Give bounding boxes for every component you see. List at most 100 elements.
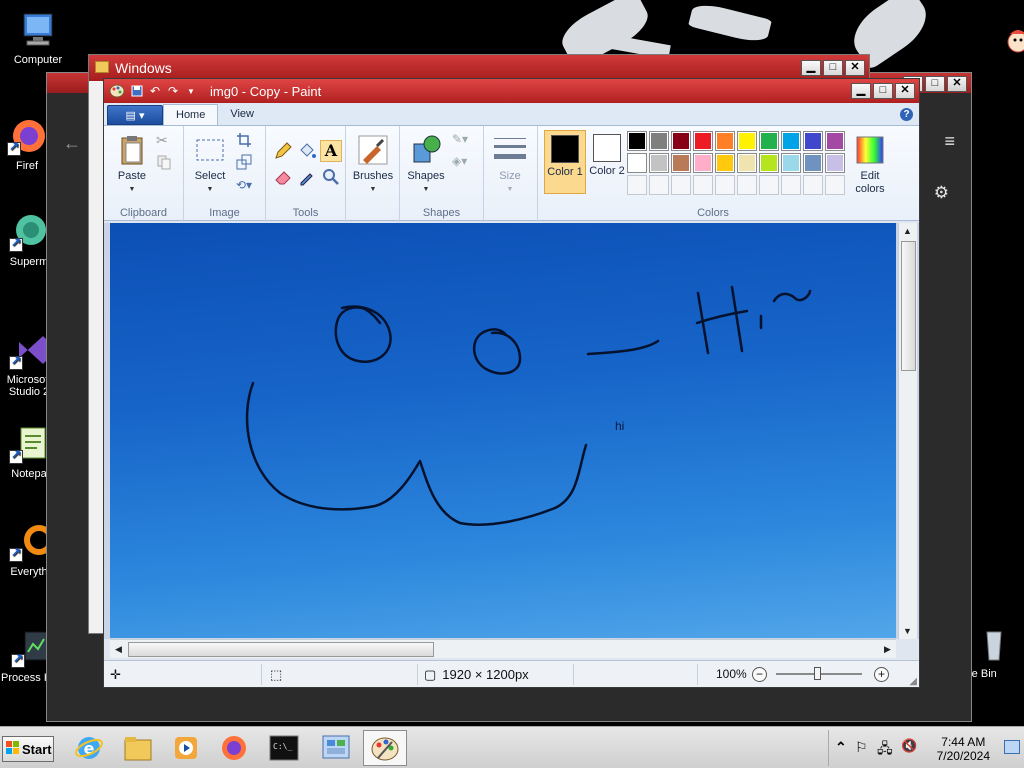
palette-color-swatch[interactable] bbox=[627, 153, 647, 173]
menu-icon[interactable]: ≡ bbox=[944, 131, 955, 152]
resize-grip-icon[interactable]: ◢ bbox=[909, 676, 917, 687]
network-icon[interactable]: 🖧 bbox=[877, 738, 893, 762]
taskbar-file-explorer[interactable] bbox=[116, 730, 160, 766]
horizontal-scroll-thumb[interactable] bbox=[128, 642, 434, 657]
brushes-button[interactable]: Brushes ▼ bbox=[350, 134, 396, 196]
maximize-button[interactable]: □ bbox=[823, 60, 843, 76]
palette-color-swatch[interactable] bbox=[627, 175, 647, 195]
palette-color-swatch[interactable] bbox=[671, 153, 691, 173]
zoom-in-button[interactable]: + bbox=[874, 667, 889, 682]
action-center-flag-icon[interactable]: ⚐ bbox=[855, 739, 868, 756]
palette-color-swatch[interactable] bbox=[693, 131, 713, 151]
palette-color-swatch[interactable] bbox=[649, 131, 669, 151]
shapes-button[interactable]: Shapes ▼ bbox=[404, 134, 448, 196]
palette-color-swatch[interactable] bbox=[825, 175, 845, 195]
palette-color-swatch[interactable] bbox=[715, 175, 735, 195]
palette-color-swatch[interactable] bbox=[737, 153, 757, 173]
maximize-button[interactable]: □ bbox=[873, 83, 893, 99]
palette-color-swatch[interactable] bbox=[825, 153, 845, 173]
palette-color-swatch[interactable] bbox=[671, 131, 691, 151]
desktop-icon-computer[interactable]: Computer bbox=[3, 10, 73, 66]
palette-color-swatch[interactable] bbox=[803, 131, 823, 151]
scroll-right-arrow-icon[interactable]: ▶ bbox=[879, 641, 896, 657]
palette-color-swatch[interactable] bbox=[715, 131, 735, 151]
volume-muted-icon[interactable]: 🔇 bbox=[901, 738, 917, 754]
back-arrow-icon[interactable]: ← bbox=[63, 133, 81, 154]
fill-tool-icon[interactable] bbox=[296, 140, 318, 162]
rotate-icon[interactable]: ⟲▾ bbox=[236, 178, 254, 196]
palette-color-swatch[interactable] bbox=[671, 175, 691, 195]
taskbar-firefox[interactable] bbox=[212, 730, 256, 766]
save-icon[interactable] bbox=[128, 82, 146, 100]
show-hidden-icons-icon[interactable]: ⌃ bbox=[835, 739, 847, 756]
maximize-button[interactable]: □ bbox=[925, 76, 945, 92]
eraser-tool-icon[interactable] bbox=[272, 166, 294, 188]
scroll-up-arrow-icon[interactable]: ▲ bbox=[899, 223, 916, 239]
paint-titlebar[interactable]: ↶ ↷ ▼ img0 - Copy - Paint ▁ □ ✕ bbox=[104, 79, 919, 103]
undo-icon[interactable]: ↶ bbox=[146, 82, 164, 100]
crop-icon[interactable] bbox=[236, 132, 254, 150]
edit-colors-button[interactable]: Edit colors bbox=[850, 134, 890, 196]
palette-color-swatch[interactable] bbox=[737, 131, 757, 151]
palette-color-swatch[interactable] bbox=[693, 175, 713, 195]
taskbar-control-panel[interactable] bbox=[314, 730, 358, 766]
close-button[interactable]: ✕ bbox=[895, 83, 915, 99]
close-button[interactable]: ✕ bbox=[845, 60, 865, 76]
minimize-button[interactable]: ▁ bbox=[851, 83, 871, 99]
palette-color-swatch[interactable] bbox=[649, 175, 669, 195]
show-desktop-icon[interactable] bbox=[1004, 740, 1020, 754]
paint-menu-button[interactable]: ▤ ▾ bbox=[107, 105, 163, 125]
color1-button[interactable]: Color 1 bbox=[544, 130, 586, 194]
vertical-scrollbar[interactable]: ▲ ▼ bbox=[898, 223, 917, 639]
paste-button[interactable]: Paste ▼ bbox=[110, 134, 154, 196]
color2-button[interactable]: Color 2 bbox=[586, 130, 628, 194]
palette-color-swatch[interactable] bbox=[759, 131, 779, 151]
taskbar-paint[interactable] bbox=[363, 730, 407, 766]
help-icon[interactable]: ? bbox=[900, 108, 913, 121]
resize-icon[interactable] bbox=[236, 154, 254, 172]
minimize-button[interactable]: ▁ bbox=[801, 60, 821, 76]
paint-window[interactable]: ↶ ↷ ▼ img0 - Copy - Paint ▁ □ ✕ ▤ ▾ Home… bbox=[103, 78, 920, 688]
outline-icon[interactable]: ✎▾ bbox=[452, 132, 470, 150]
cut-icon[interactable]: ✂ bbox=[156, 132, 174, 150]
palette-color-swatch[interactable] bbox=[781, 131, 801, 151]
palette-color-swatch[interactable] bbox=[781, 175, 801, 195]
close-button[interactable]: ✕ bbox=[947, 76, 967, 92]
scroll-down-arrow-icon[interactable]: ▼ bbox=[899, 623, 916, 639]
palette-color-swatch[interactable] bbox=[715, 153, 735, 173]
drawing-canvas[interactable]: hi bbox=[110, 223, 896, 638]
palette-color-swatch[interactable] bbox=[803, 153, 823, 173]
size-button[interactable]: Size ▼ bbox=[490, 134, 530, 196]
palette-color-swatch[interactable] bbox=[803, 175, 823, 195]
vertical-scroll-thumb[interactable] bbox=[901, 241, 916, 371]
taskbar-internet-explorer[interactable]: e bbox=[67, 730, 111, 766]
start-button[interactable]: Start bbox=[2, 736, 54, 762]
magnifier-tool-icon[interactable] bbox=[320, 166, 342, 188]
palette-color-swatch[interactable] bbox=[781, 153, 801, 173]
fill-icon[interactable]: ◈▾ bbox=[452, 154, 470, 172]
palette-color-swatch[interactable] bbox=[759, 175, 779, 195]
color-picker-tool-icon[interactable] bbox=[296, 166, 318, 188]
zoom-slider[interactable] bbox=[776, 667, 862, 680]
palette-color-swatch[interactable] bbox=[825, 131, 845, 151]
select-button[interactable]: Select ▼ bbox=[190, 134, 230, 196]
settings-gear-icon[interactable]: ⚙ bbox=[934, 183, 949, 203]
palette-color-swatch[interactable] bbox=[627, 131, 647, 151]
redo-icon[interactable]: ↷ bbox=[164, 82, 182, 100]
palette-color-swatch[interactable] bbox=[759, 153, 779, 173]
clock[interactable]: 7:44 AM 7/20/2024 bbox=[937, 735, 990, 763]
zoom-out-button[interactable]: − bbox=[752, 667, 767, 682]
tab-view[interactable]: View bbox=[218, 104, 266, 125]
taskbar-command-prompt[interactable]: C:\_ bbox=[262, 730, 306, 766]
palette-color-swatch[interactable] bbox=[737, 175, 757, 195]
palette-color-swatch[interactable] bbox=[693, 153, 713, 173]
copy-icon[interactable] bbox=[156, 154, 174, 172]
horizontal-scrollbar[interactable]: ◀ ▶ bbox=[110, 639, 896, 658]
tab-home[interactable]: Home bbox=[163, 104, 219, 125]
scroll-left-arrow-icon[interactable]: ◀ bbox=[110, 641, 127, 657]
palette-color-swatch[interactable] bbox=[649, 153, 669, 173]
customize-quick-access-icon[interactable]: ▼ bbox=[182, 82, 200, 100]
text-tool-icon[interactable]: A bbox=[320, 140, 342, 162]
taskbar-media-player[interactable] bbox=[164, 730, 208, 766]
zoom-slider-knob[interactable] bbox=[814, 667, 821, 680]
